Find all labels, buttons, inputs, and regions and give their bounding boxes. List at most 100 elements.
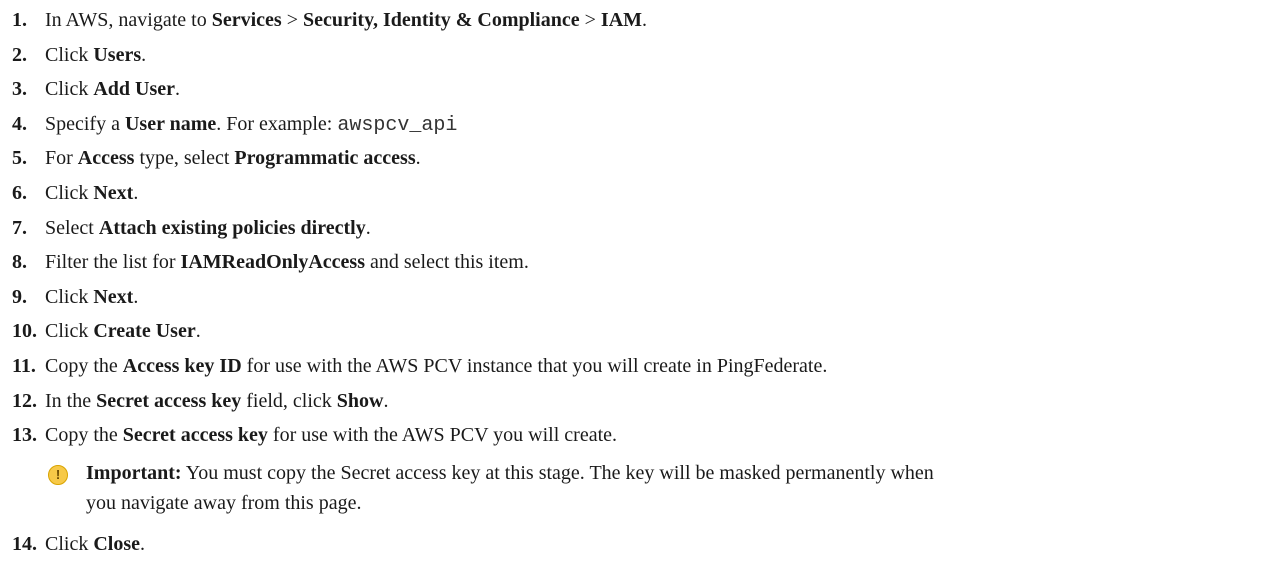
ui-term: Create User [93,320,196,343]
note-second-line: you navigate away from this page. [86,491,362,514]
step-text-part: Click [45,181,94,204]
step-number: 13. [12,424,37,447]
ui-term: User name [124,112,217,135]
note-text-1: You must copy the Secret access key at t… [181,461,934,484]
step-number: 11. [12,354,36,377]
step-number: 3. [12,78,27,101]
ui-term: Secret access key [122,424,268,447]
ui-term: Services [211,9,282,31]
step-item: 2. Click Users. [0,38,1274,73]
step-text: Copy the Secret access key for use with … [45,418,617,453]
step-number: 7. [12,216,27,239]
step-item: 4. Specify a User name. For example: awsp… [0,107,1274,142]
step-item: 8. Filter the list for IAMReadOnlyAccess … [0,245,1274,280]
ui-term: Access [77,147,135,170]
step-number: 10. [12,320,37,343]
step-text-part: type, select [134,147,235,170]
ui-term: Access key ID [122,354,242,377]
step-text-part: field, click [241,389,337,412]
step-item: 5. For Access type, select Programmatic a… [0,141,1274,176]
step-text-part: . [133,285,139,308]
step-text-part: Specify a [45,112,125,135]
ui-term: Show [336,389,384,412]
step-text-part: . [642,9,648,31]
step-text-part: . [383,389,389,412]
step-number: 12. [12,389,37,412]
step-item: 13. Copy the Secret access key for use wi… [0,418,1274,453]
step-item: 6. Click Next. [0,176,1274,211]
step-list: 1. In AWS, navigate to Services > Securit… [0,3,1274,453]
step-number: 9. [12,285,27,308]
step-number: 8. [12,251,27,274]
ui-term: Add User [93,78,176,101]
warning-icon: ! [48,464,68,485]
step-text-part: Select [45,216,99,239]
step-number: 14. [12,532,37,555]
step-number: 2. [12,43,27,66]
ui-term: Next [93,181,134,204]
step-item: 1. In AWS, navigate to Services > Securit… [0,3,1274,38]
step-text: Click Close. [45,527,145,562]
code-value: awspcv_api [337,113,458,137]
step-text: Copy the Access key ID for use with the … [45,349,827,384]
step-text-part: and select this item. [364,251,529,274]
step-number: 5. [12,147,27,170]
note-label: Important: [86,461,182,484]
step-text-part: In the [45,389,97,412]
step-text-part: . For example: [216,112,338,135]
step-item: 10. Click Create User. [0,314,1274,349]
step-text-part: . [415,147,421,170]
procedure-document: 1. In AWS, navigate to Services > Securit… [0,0,1274,561]
step-number: 4. [12,112,27,135]
step-text: Specify a User name. For example: awspcv… [45,107,457,144]
ui-term: IAM [600,9,643,31]
step-text-part: Copy the [45,354,123,377]
step-number: 1. [12,9,27,31]
step-text: Click Users. [45,38,146,73]
step-text: Click Add User. [45,72,180,107]
step-text-part: . [175,78,181,101]
step-text: Click Next. [45,176,138,211]
step-text-part: Click [45,43,94,66]
step-text-part: . [195,320,201,343]
ui-term: Next [93,285,134,308]
final-step-container: 14. Click Close. [0,527,1274,562]
important-note: ! Important: You must copy the Secret ac… [0,459,1274,527]
step-text-part: > [579,9,601,31]
step-text: In the Secret access key field, click Sh… [45,384,388,419]
step-number: 6. [12,181,27,204]
step-text-part: . [365,216,371,239]
step-text: Click Next. [45,280,138,315]
step-text-part: for use with the AWS PCV you will create… [267,424,618,447]
step-text-part: Click [45,320,94,343]
step-text: In AWS, navigate to Services > Security,… [45,3,647,38]
ui-term: Programmatic access [234,147,416,170]
step-text: For Access type, select Programmatic acc… [45,141,421,176]
step-text-part: . [133,181,139,204]
ui-term: Close [93,532,141,555]
note-first-line: Important: You must copy the Secret acce… [86,459,934,487]
step-text-part: > [281,9,303,31]
step-text-part: Click [45,78,94,101]
ui-term: Users [93,43,142,66]
step-text-part: . [140,532,146,555]
step-text: Filter the list for IAMReadOnlyAccess an… [45,245,529,280]
ui-term: Attach existing policies directly [98,216,366,239]
step-item: 7. Select Attach existing policies direct… [0,211,1274,246]
step-item: 14. Click Close. [0,527,1274,562]
step-item: 11. Copy the Access key ID for use with t… [0,349,1274,384]
step-text-part: . [141,43,147,66]
step-text-part: Click [45,532,94,555]
step-text-part: For [45,147,78,170]
step-item: 9. Click Next. [0,280,1274,315]
step-text-part: Filter the list for [45,251,181,274]
step-text: Select Attach existing policies directly… [45,211,371,246]
ui-term: IAMReadOnlyAccess [180,251,365,274]
step-item: 3. Click Add User. [0,72,1274,107]
ui-term: Security, Identity & Compliance [302,9,580,31]
step-text: Click Create User. [45,314,201,349]
step-text-part: Click [45,285,94,308]
step-item: 12. In the Secret access key field, click… [0,384,1274,419]
step-text-part: In AWS, navigate to [45,9,212,31]
step-text-part: Copy the [45,424,123,447]
